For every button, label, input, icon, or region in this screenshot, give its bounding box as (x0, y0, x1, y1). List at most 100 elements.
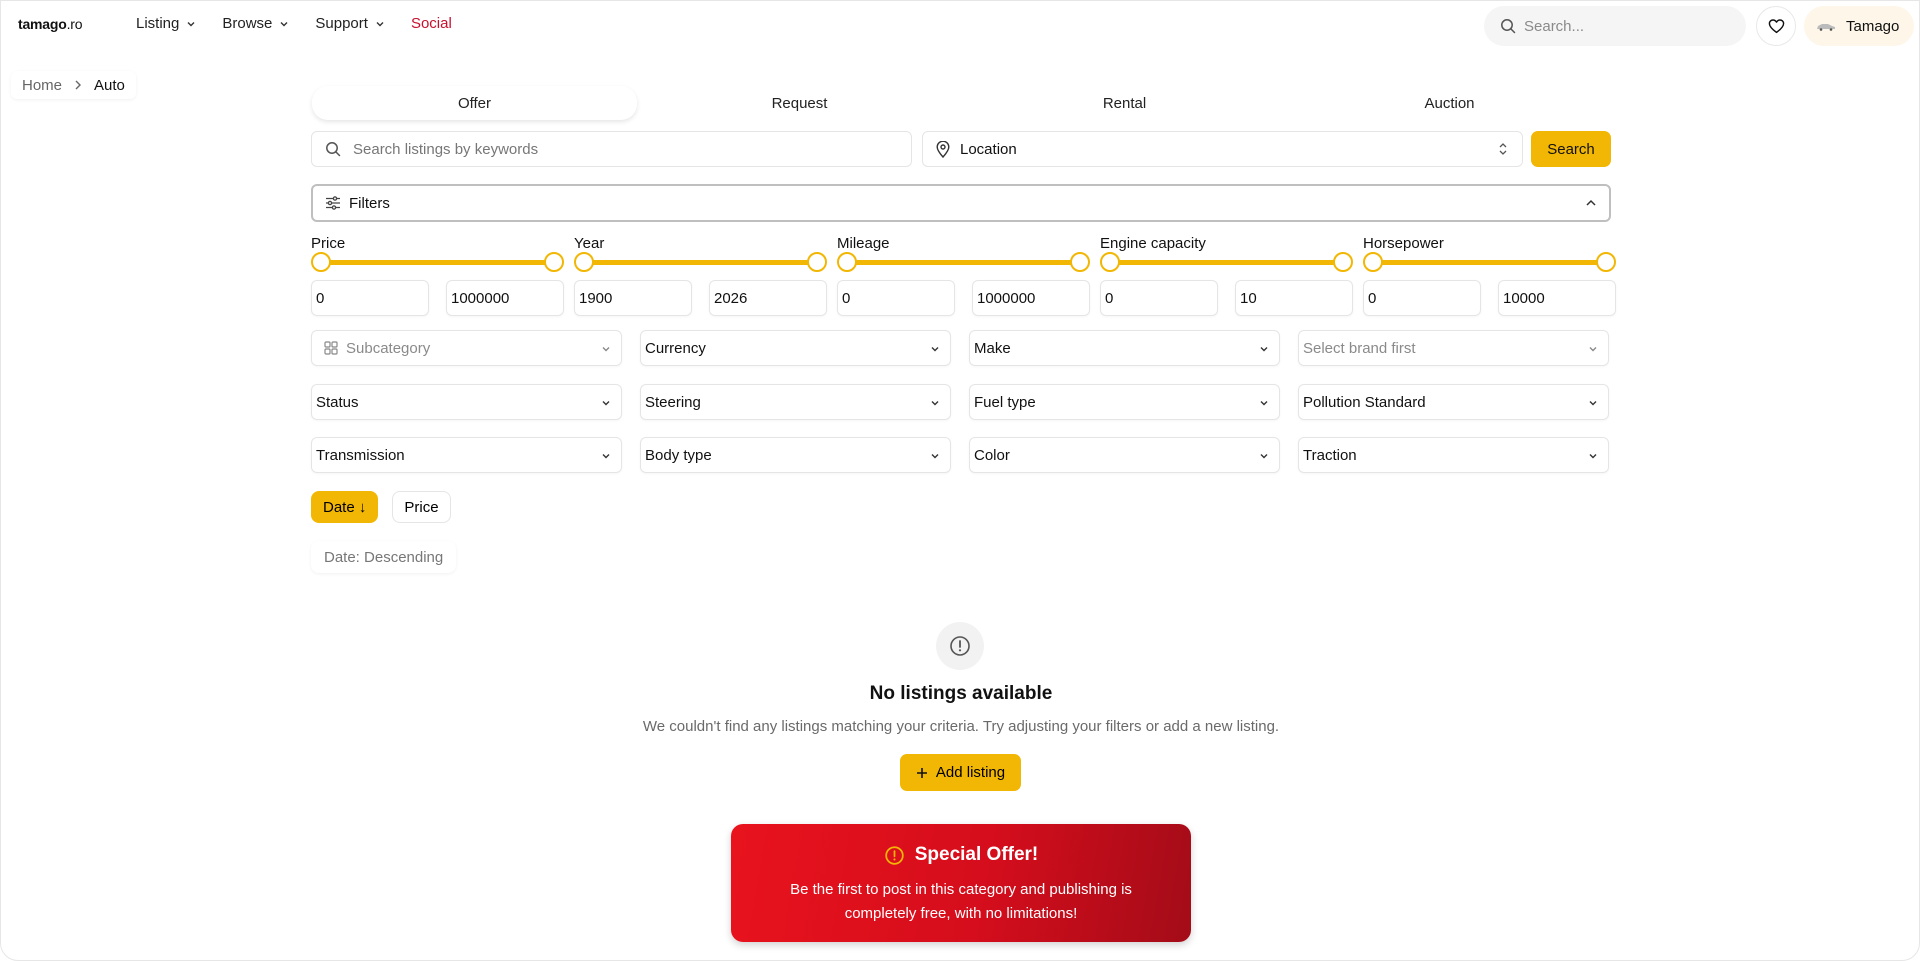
range-max-input[interactable]: 10 (1235, 280, 1353, 316)
range-max-handle[interactable] (807, 252, 827, 272)
chevron-down-icon (602, 347, 610, 352)
breadcrumb-home[interactable]: Home (22, 77, 62, 94)
nav-browse-label: Browse (222, 15, 273, 32)
range-min-handle[interactable] (1363, 252, 1383, 272)
sort-date-button[interactable]: Date ↓ (311, 491, 379, 523)
currency-select[interactable]: Currency (640, 330, 951, 366)
app-window: tamago.ro Listing Browse Support Social (0, 0, 1920, 961)
range-min-handle[interactable] (574, 252, 594, 272)
range-max-handle[interactable] (1070, 252, 1090, 272)
transmission-select[interactable]: Transmission (311, 437, 622, 473)
price-range: Price 0 1000000 (311, 235, 564, 316)
chevron-down-icon (602, 401, 610, 406)
empty-state-subtitle: We couldn't find any listings matching y… (642, 718, 1280, 735)
sliders-icon (326, 196, 340, 210)
header-search-input[interactable] (1524, 17, 1724, 35)
pollution-standard-select[interactable]: Pollution Standard (1298, 384, 1609, 420)
alert-circle-icon (885, 845, 904, 865)
nav-social-label: Social (410, 15, 452, 32)
body-type-select[interactable]: Body type (640, 437, 951, 473)
select-label: Transmission (316, 446, 405, 464)
keyword-search[interactable] (311, 131, 912, 167)
range-max-input[interactable]: 1000000 (446, 280, 564, 316)
range-max-handle[interactable] (544, 252, 564, 272)
chevron-right-icon (75, 80, 82, 90)
range-min-input[interactable]: 0 (837, 280, 955, 316)
range-min-handle[interactable] (311, 252, 331, 272)
alert-circle-icon (936, 622, 984, 670)
chevron-down-icon (187, 21, 195, 26)
range-label: Year (574, 235, 605, 252)
select-label: Currency (645, 339, 706, 357)
add-listing-label: Add listing (935, 764, 1006, 781)
subcategory-select[interactable]: Subcategory (311, 330, 622, 366)
mileage-range: Mileage 0 1000000 (837, 235, 1090, 316)
color-select[interactable]: Color (969, 437, 1280, 473)
select-label: Steering (645, 393, 701, 411)
select-label: Fuel type (974, 393, 1036, 411)
chevron-down-icon (931, 347, 939, 352)
make-select[interactable]: Make (969, 330, 1280, 366)
special-offer-banner: Special Offer! Be the first to post in t… (731, 824, 1191, 942)
range-max-input[interactable]: 1000000 (972, 280, 1090, 316)
range-max-input[interactable]: 10000 (1498, 280, 1616, 316)
location-label: Location (960, 140, 1017, 158)
range-track[interactable] (1363, 252, 1616, 272)
nav-support[interactable]: Support (315, 15, 385, 32)
user-menu-button[interactable]: Tamago (1804, 6, 1914, 46)
nav-social[interactable]: Social (411, 15, 452, 32)
range-max-handle[interactable] (1333, 252, 1353, 272)
range-track[interactable] (1100, 252, 1353, 272)
range-label: Engine capacity (1100, 235, 1206, 252)
site-logo[interactable]: tamago.ro (18, 16, 83, 32)
nav-browse[interactable]: Browse (222, 15, 289, 32)
filters-toggle[interactable]: Filters (311, 184, 1611, 222)
range-min-handle[interactable] (837, 252, 857, 272)
tab-rental[interactable]: Rental (962, 86, 1287, 120)
top-header: tamago.ro Listing Browse Support Social (1, 1, 1919, 53)
chevron-down-icon (931, 454, 939, 459)
range-max-input[interactable]: 2026 (709, 280, 827, 316)
keyword-search-input[interactable] (353, 140, 893, 158)
select-label: Pollution Standard (1303, 393, 1426, 411)
range-min-handle[interactable] (1100, 252, 1120, 272)
fuel-type-select[interactable]: Fuel type (969, 384, 1280, 420)
range-min-input[interactable]: 0 (1100, 280, 1218, 316)
steering-select[interactable]: Steering (640, 384, 951, 420)
chevron-down-icon (931, 401, 939, 406)
tab-offer[interactable]: Offer (312, 86, 637, 120)
chevron-down-icon (602, 454, 610, 459)
range-track[interactable] (837, 252, 1090, 272)
sort-price-button[interactable]: Price (392, 491, 451, 523)
special-offer-text: Be the first to post in this category an… (790, 881, 1132, 922)
select-label: Body type (645, 446, 712, 464)
chevron-down-icon (1589, 454, 1597, 459)
favorites-button[interactable] (1756, 6, 1796, 46)
add-listing-button[interactable]: Add listing (900, 754, 1021, 791)
tab-auction[interactable]: Auction (1287, 86, 1612, 120)
search-icon (1501, 19, 1516, 34)
range-min-input[interactable]: 1900 (574, 280, 692, 316)
sort-date-label: Date (323, 498, 355, 516)
listing-type-tabs: Offer Request Rental Auction (312, 86, 1612, 120)
range-track[interactable] (574, 252, 827, 272)
sort-state-label: Date: Descending (311, 541, 456, 573)
traction-select[interactable]: Traction (1298, 437, 1609, 473)
chevron-down-icon (1260, 401, 1268, 406)
range-track[interactable] (311, 252, 564, 272)
range-min-input[interactable]: 0 (311, 280, 429, 316)
status-select[interactable]: Status (311, 384, 622, 420)
range-min-input[interactable]: 0 (1363, 280, 1481, 316)
tab-request[interactable]: Request (637, 86, 962, 120)
car-avatar-icon (1817, 24, 1835, 31)
model-select[interactable]: Select brand first (1298, 330, 1609, 366)
location-select[interactable]: Location (922, 131, 1523, 167)
nav-listing[interactable]: Listing (136, 15, 196, 32)
special-offer-title: Special Offer! (914, 844, 1039, 865)
map-pin-icon (936, 140, 950, 158)
range-label: Price (311, 235, 346, 252)
header-search[interactable] (1484, 6, 1746, 46)
search-button[interactable]: Search (1531, 131, 1611, 167)
range-max-handle[interactable] (1596, 252, 1616, 272)
nav-listing-label: Listing (136, 15, 180, 32)
